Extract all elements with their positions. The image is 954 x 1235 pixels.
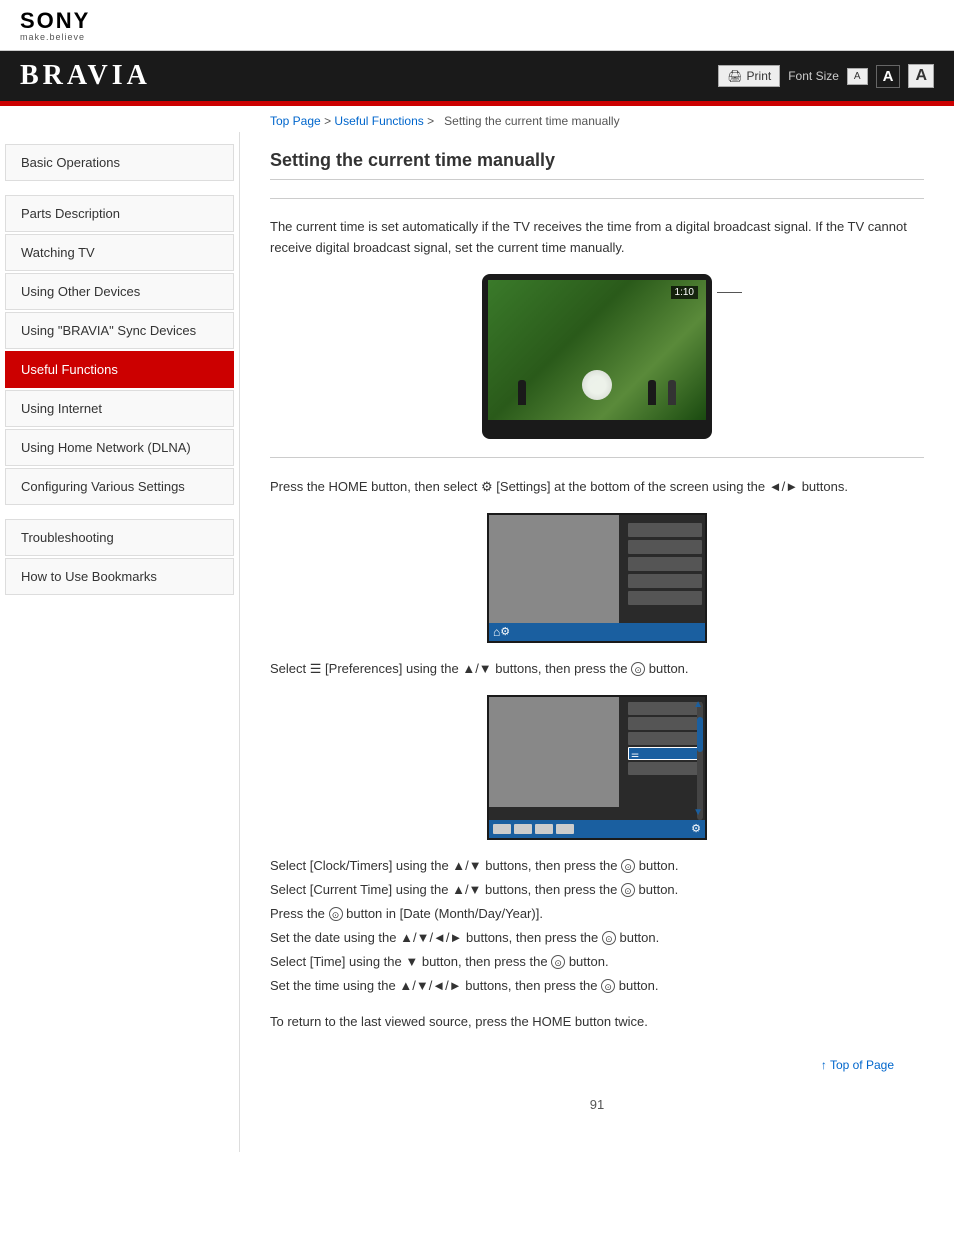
bravia-bar: BRAVIA 🖨 Print Font Size A A A [0,51,954,101]
step1-pre: Press the HOME button, then select [270,479,477,494]
tv-stand [567,420,627,428]
settings-home-icon: ⌂ [493,625,500,639]
page-number: 91 [590,1097,604,1112]
settings-screen-image: ⌂ ⚙ [270,513,924,643]
main-layout: Basic Operations Parts Description Watch… [0,132,954,1152]
scrollbar[interactable] [697,702,703,820]
step-set-date: Set the date using the ▲/▼/◄/► buttons, … [270,927,924,949]
prefs-bottom-bar: ⚙ [489,820,705,838]
sidebar-item-watching-tv[interactable]: Watching TV [5,234,234,271]
settings-right-panel [625,515,705,613]
settings-row-1 [628,523,702,537]
sony-logo: SONY make.believe [20,10,934,42]
step-set-time: Set the time using the ▲/▼/◄/► buttons, … [270,975,924,997]
font-medium-button[interactable]: A [876,65,901,88]
prefs-screen-image: ☰ ▲ ▼ ⚙ [270,695,924,840]
settings-row-4 [628,574,702,588]
return-text: To return to the last viewed source, pre… [270,1012,924,1033]
font-size-label: Font Size [788,69,839,83]
prefs-row-5 [628,762,702,775]
toolbar-controls: 🖨 Print Font Size A A A [718,64,934,88]
settings-row-3 [628,557,702,571]
prefs-row-2 [628,717,702,730]
prefs-outer: ☰ ▲ ▼ ⚙ [487,695,707,840]
tv-time-display: 1:10 [671,286,698,299]
printer-icon: 🖨 [727,69,742,83]
sidebar-item-useful-functions[interactable]: Useful Functions [5,351,234,388]
bottom-item-2 [514,824,532,834]
top-of-page-label: Top of Page [830,1058,894,1072]
prefs-row-3 [628,732,702,745]
settings-row-2 [628,540,702,554]
breadcrumb: Top Page > Useful Functions > Setting th… [0,106,954,132]
settings-outer: ⌂ ⚙ [487,513,707,643]
scroll-down-arrow: ▼ [693,807,703,818]
tv-image: 1:10 [270,274,924,439]
football-screen [488,280,706,420]
settings-bottom-bar: ⌂ ⚙ [489,623,705,641]
content-area: Setting the current time manually The cu… [240,132,954,1152]
step-date: Press the ⊙ button in [Date (Month/Day/Y… [270,903,924,925]
prefs-selected-icon: ☰ [629,752,639,762]
product-title: BRAVIA [20,60,151,92]
divider-1 [270,198,924,199]
step-time: Select [Time] using the ▼ button, then p… [270,951,924,973]
sidebar-item-using-bravia-sync[interactable]: Using "BRAVIA" Sync Devices [5,312,234,349]
preferences-icon: ☰ [310,661,325,676]
steps-list: Select [Clock/Timers] using the ▲/▼ butt… [270,855,924,998]
step2-pre: Select [270,661,310,676]
divider-2 [270,457,924,458]
scrollbar-thumb [697,717,703,752]
top-arrow-icon: ↑ [821,1058,830,1072]
step1-rest: [Settings] at the bottom of the screen u… [496,479,848,494]
brand-name: SONY [20,10,90,32]
sidebar-item-using-other-devices[interactable]: Using Other Devices [5,273,234,310]
breadcrumb-current: Setting the current time manually [444,114,619,128]
step1-text: Press the HOME button, then select ⚙ [Se… [270,476,924,498]
sidebar: Basic Operations Parts Description Watch… [0,132,240,1152]
step2-text: Select ☰ [Preferences] using the ▲/▼ but… [270,658,924,680]
tv-screen: 1:10 [488,280,706,420]
print-button[interactable]: 🖨 Print [718,65,780,87]
settings-icon: ⚙ [481,479,496,494]
step-clock-timers: Select [Clock/Timers] using the ▲/▼ butt… [270,855,924,877]
intro-text: The current time is set automatically if… [270,217,924,259]
prefs-left-panel [489,697,619,807]
sidebar-item-basic-operations[interactable]: Basic Operations [5,144,234,181]
breadcrumb-useful-functions[interactable]: Useful Functions [334,114,423,128]
font-large-button[interactable]: A [908,64,934,88]
breadcrumb-top[interactable]: Top Page [270,114,321,128]
bottom-item-4 [556,824,574,834]
font-small-button[interactable]: A [847,68,868,85]
top-of-page-link[interactable]: ↑ Top of Page [821,1058,894,1072]
prefs-row-1 [628,702,702,715]
prefs-bottom-icon: ⚙ [691,822,701,835]
step2-rest: [Preferences] using the ▲/▼ buttons, the… [325,661,689,676]
sidebar-item-using-internet[interactable]: Using Internet [5,390,234,427]
step-current-time: Select [Current Time] using the ▲/▼ butt… [270,879,924,901]
brand-tagline: make.believe [20,32,85,42]
sidebar-item-using-home-network[interactable]: Using Home Network (DLNA) [5,429,234,466]
settings-icon-gear: ⚙ [500,625,510,638]
tv-outer: 1:10 [482,274,712,439]
page-footer: 91 [270,1077,924,1122]
print-label: Print [747,69,772,83]
top-of-page-container: ↑ Top of Page [270,1048,924,1077]
sidebar-item-how-to-use-bookmarks[interactable]: How to Use Bookmarks [5,558,234,595]
bottom-item-1 [493,824,511,834]
sidebar-item-parts-description[interactable]: Parts Description [5,195,234,232]
sidebar-item-troubleshooting[interactable]: Troubleshooting [5,519,234,556]
bottom-item-3 [535,824,553,834]
tv-base [557,428,637,433]
settings-row-5 [628,591,702,605]
scroll-up-arrow: ▲ [693,699,703,710]
header: SONY make.believe [0,0,954,51]
page-title: Setting the current time manually [270,142,924,180]
sidebar-item-configuring-settings[interactable]: Configuring Various Settings [5,468,234,505]
prefs-row-selected: ☰ [628,747,702,760]
